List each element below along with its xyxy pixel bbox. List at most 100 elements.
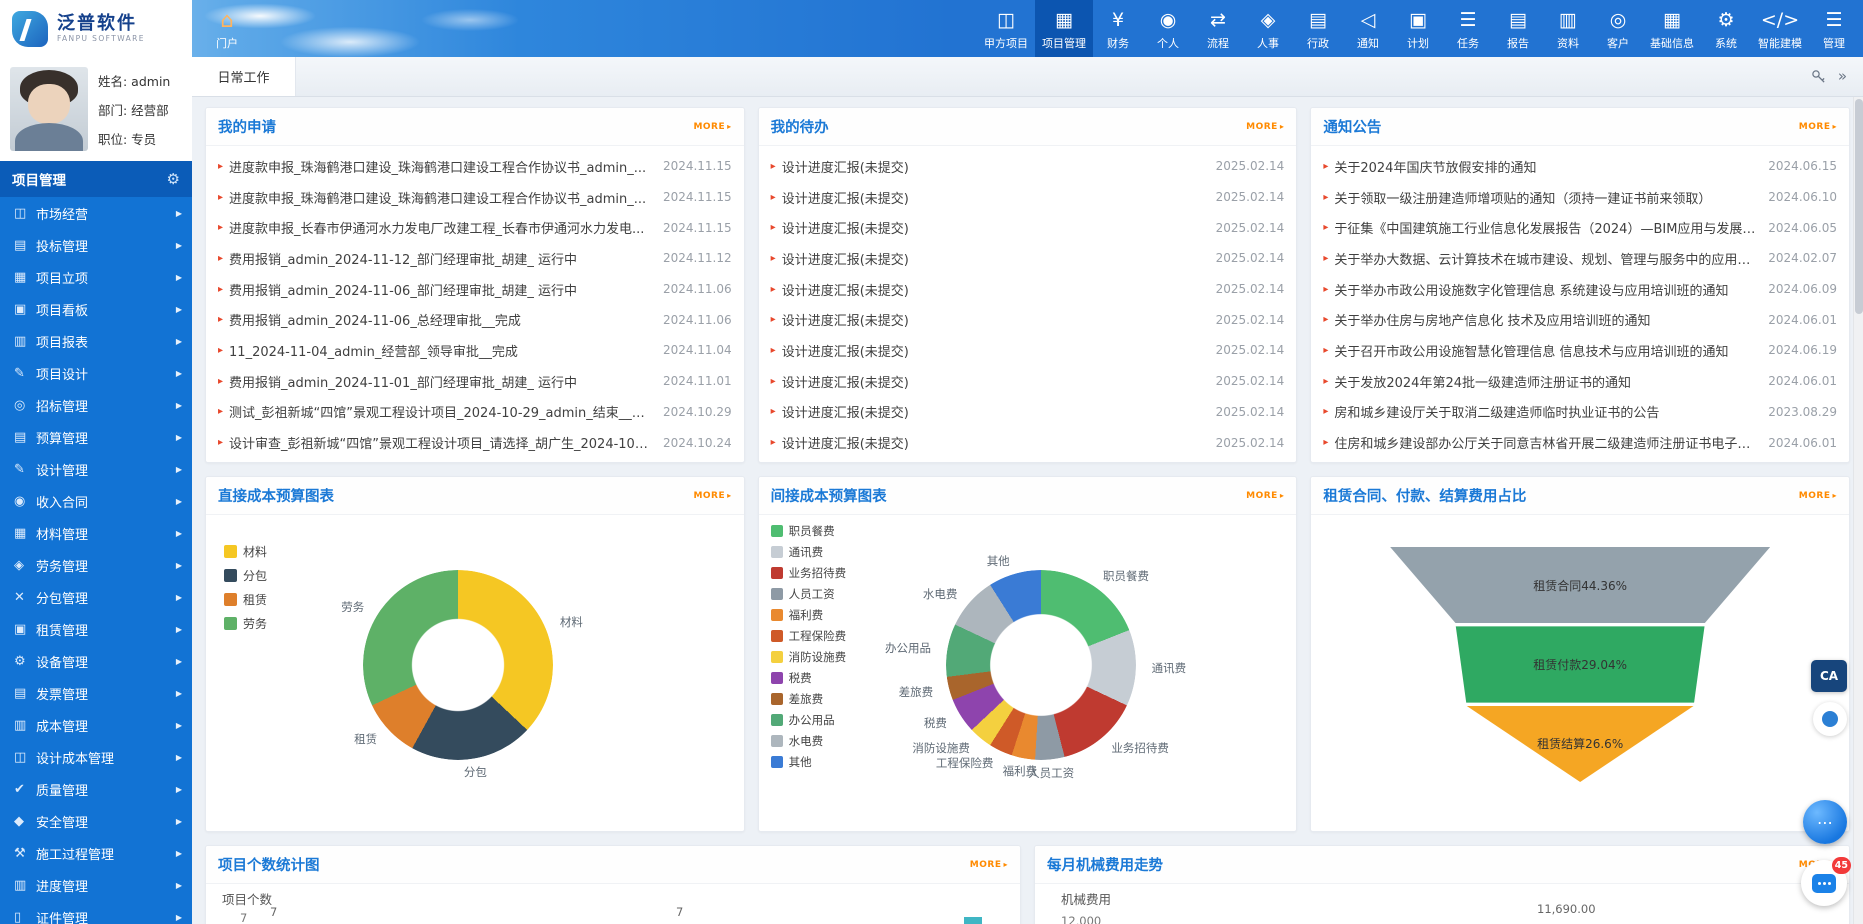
legend-item[interactable]: 劳务 [224,615,267,632]
more-link[interactable]: MORE▸ [1246,491,1284,501]
nav-item-finance[interactable]: ¥财务 [1093,0,1143,57]
list-item[interactable]: ▸测试_彭祖新城“四馆”景观工程设计项目_2024-10-29_admin_结束… [206,397,744,428]
sidebar-item-market[interactable]: ◫市场经营▶ [0,197,192,229]
nav-item-personal[interactable]: ◉个人 [1143,0,1193,57]
scrollbar-track[interactable] [1853,97,1863,924]
nav-item-hr[interactable]: ◈人事 [1243,0,1293,57]
sidebar-item-invoice[interactable]: ▤发票管理▶ [0,677,192,709]
sidebar-item-project-initiation[interactable]: ▦项目立项▶ [0,261,192,293]
sidebar-item-rental[interactable]: ▣租赁管理▶ [0,613,192,645]
logo[interactable]: 泛普软件 FANPU SOFTWARE [0,0,192,57]
legend-item[interactable]: 差旅费 [771,691,847,707]
sidebar-item-tender[interactable]: ◎招标管理▶ [0,389,192,421]
list-item[interactable]: ▸设计进度汇报(未提交)2025.02.14 [759,182,1297,213]
list-item[interactable]: ▸设计进度汇报(未提交)2025.02.14 [759,274,1297,305]
sidebar-item-project-board[interactable]: ▣项目看板▶ [0,293,192,325]
list-item[interactable]: ▸费用报销_admin_2024-11-06_部门经理审批_胡建_ 运行中202… [206,274,744,305]
nav-item-base-info[interactable]: ▦基础信息 [1643,0,1701,57]
list-item[interactable]: ▸关于举办市政公用设施数字化管理信息 系统建设与应用培训班的通知2024.06.… [1311,274,1849,305]
legend-item[interactable]: 工程保险费 [771,628,847,644]
list-item[interactable]: ▸进度款申报_珠海鹤港口建设_珠海鹤港口建设工程合作协议书_admin_...2… [206,151,744,182]
scrollbar-thumb[interactable] [1855,99,1863,314]
nav-item-project-management[interactable]: ▦项目管理 [1035,0,1093,57]
legend-item[interactable]: 税费 [771,670,847,686]
nav-item-document[interactable]: ▥资料 [1543,0,1593,57]
assistant-ball[interactable]: ⋯ [1803,800,1847,844]
legend-item[interactable]: 租赁 [224,591,267,608]
legend-item[interactable]: 通讯费 [771,544,847,560]
legend-item[interactable]: 分包 [224,567,267,584]
legend-item[interactable]: 材料 [224,543,267,560]
legend-item[interactable]: 水电费 [771,733,847,749]
nav-item-task[interactable]: ☰任务 [1443,0,1493,57]
list-item[interactable]: ▸于征集《中国建筑施工行业信息化发展报告（2024）—BIM应用与发展》材料..… [1311,212,1849,243]
nav-item-customer[interactable]: ◎客户 [1593,0,1643,57]
more-link[interactable]: MORE▸ [970,860,1008,870]
list-item[interactable]: ▸设计进度汇报(未提交)2025.02.14 [759,366,1297,397]
legend-item[interactable]: 其他 [771,754,847,770]
nav-item-plan[interactable]: ▣计划 [1393,0,1443,57]
more-link[interactable]: MORE▸ [1246,122,1284,132]
sidebar-item-budget[interactable]: ▤预算管理▶ [0,421,192,453]
list-item[interactable]: ▸费用报销_admin_2024-11-01_部门经理审批_胡建_ 运行中202… [206,366,744,397]
list-item[interactable]: ▸关于举办大数据、云计算技术在城市建设、规划、管理与服务中的应用培训班...20… [1311,243,1849,274]
list-item[interactable]: ▸住房和城乡建设部办公厅关于同意吉林省开展二级建造师注册证书电子化试点...20… [1311,427,1849,458]
legend-item[interactable]: 人员工资 [771,586,847,602]
more-link[interactable]: MORE▸ [693,491,731,501]
list-item[interactable]: ▸费用报销_admin_2024-11-06_总经理审批__完成2024.11.… [206,304,744,335]
list-item[interactable]: ▸关于2024年国庆节放假安排的通知2024.06.15 [1311,151,1849,182]
user-avatar[interactable] [10,67,88,151]
more-link[interactable]: MORE▸ [1799,491,1837,501]
contact-widget[interactable] [1813,702,1847,736]
ca-widget[interactable]: CA [1811,660,1847,692]
sidebar-item-quality[interactable]: ✔质量管理▶ [0,773,192,805]
list-item[interactable]: ▸关于举办住房与房地产信息化 技术及应用培训班的通知2024.06.01 [1311,304,1849,335]
nav-item-notification[interactable]: ◁通知 [1343,0,1393,57]
sidebar-item-design[interactable]: ✎设计管理▶ [0,453,192,485]
list-item[interactable]: ▸关于发放2024年第24批一级建造师注册证书的通知2024.06.01 [1311,366,1849,397]
sidebar-item-design-cost[interactable]: ◫设计成本管理▶ [0,741,192,773]
sidebar-item-project-report[interactable]: ▥项目报表▶ [0,325,192,357]
nav-item-report[interactable]: ▤报告 [1493,0,1543,57]
legend-item[interactable]: 办公用品 [771,712,847,728]
list-item[interactable]: ▸设计进度汇报(未提交)2025.02.14 [759,335,1297,366]
gear-icon[interactable]: ⚙ [167,170,180,188]
sidebar-item-construction-process[interactable]: ⚒施工过程管理▶ [0,837,192,869]
list-item[interactable]: ▸设计进度汇报(未提交)2025.02.14 [759,243,1297,274]
list-item[interactable]: ▸设计进度汇报(未提交)2025.02.14 [759,151,1297,182]
sidebar-item-safety[interactable]: ◆安全管理▶ [0,805,192,837]
sidebar-item-material[interactable]: ▦材料管理▶ [0,517,192,549]
legend-item[interactable]: 福利费 [771,607,847,623]
collapse-icon[interactable]: » [1838,69,1847,84]
more-link[interactable]: MORE▸ [693,122,731,132]
list-item[interactable]: ▸设计进度汇报(未提交)2025.02.14 [759,427,1297,458]
sidebar-item-labor[interactable]: ◈劳务管理▶ [0,549,192,581]
nav-item-administration[interactable]: ▤行政 [1293,0,1343,57]
list-item[interactable]: ▸设计审查_彭祖新城“四馆”景观工程设计项目_请选择_胡广生_2024-10-2… [206,427,744,458]
list-item[interactable]: ▸设计进度汇报(未提交)2025.02.14 [759,212,1297,243]
nav-item-smart-modeling[interactable]: </>智能建模 [1751,0,1809,57]
message-widget[interactable]: 45 [1801,860,1847,906]
list-item[interactable]: ▸进度款申报_珠海鹤港口建设_珠海鹤港口建设工程合作协议书_admin_...2… [206,182,744,213]
nav-item-owner-project[interactable]: ◫甲方项目 [977,0,1035,57]
legend-item[interactable]: 职员餐费 [771,523,847,539]
nav-item-workflow[interactable]: ⇄流程 [1193,0,1243,57]
key-icon[interactable] [1811,69,1826,84]
tab-daily-work[interactable]: 日常工作 [192,57,296,96]
list-item[interactable]: ▸关于领取一级注册建造师增项贴的通知（须持一建证书前来领取）2024.06.10 [1311,182,1849,213]
sidebar-item-income-contract[interactable]: ◉收入合同▶ [0,485,192,517]
list-item[interactable]: ▸房和城乡建设厅关于取消二级建造师临时执业证书的公告2023.08.29 [1311,397,1849,428]
sidebar-module-header[interactable]: 项目管理 ⚙ [0,161,192,197]
legend-item[interactable]: 消防设施费 [771,649,847,665]
sidebar-item-subcontract[interactable]: ✕分包管理▶ [0,581,192,613]
list-item[interactable]: ▸关于召开市政公用设施智慧化管理信息 信息技术与应用培训班的通知2024.06.… [1311,335,1849,366]
sidebar-item-equipment[interactable]: ⚙设备管理▶ [0,645,192,677]
nav-item-portal[interactable]: ⌂门户 [202,0,252,57]
sidebar-item-project-design[interactable]: ✎项目设计▶ [0,357,192,389]
sidebar-item-bidding[interactable]: ▤投标管理▶ [0,229,192,261]
list-item[interactable]: ▸设计进度汇报(未提交)2025.02.14 [759,397,1297,428]
nav-item-manage[interactable]: ☰管理 [1809,0,1859,57]
sidebar-item-cost[interactable]: ▥成本管理▶ [0,709,192,741]
list-item[interactable]: ▸11_2024-11-04_admin_经营部_领导审批__完成2024.11… [206,335,744,366]
sidebar-item-progress[interactable]: ▥进度管理▶ [0,869,192,901]
